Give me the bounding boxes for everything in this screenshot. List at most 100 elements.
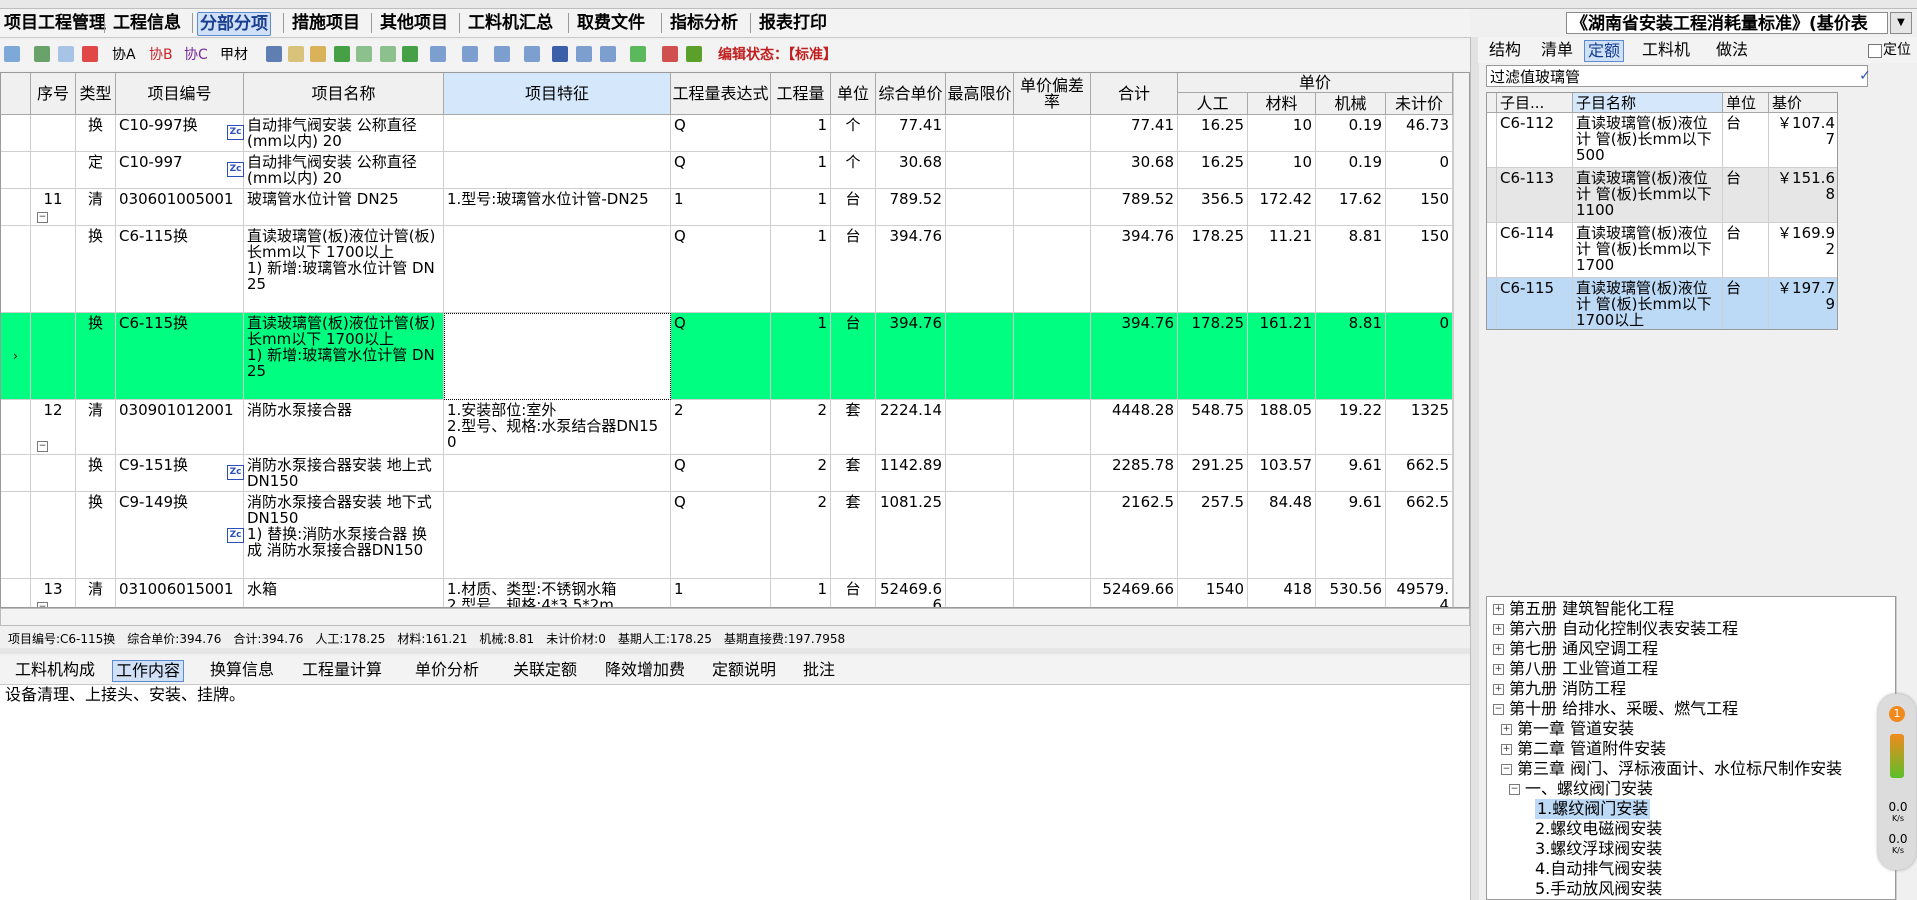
insert-icon[interactable] bbox=[4, 46, 20, 62]
work-content-text[interactable]: 设备清理、上接头、安装、挂牌。 bbox=[0, 685, 1470, 900]
collapse-toggle-icon[interactable]: − bbox=[1509, 784, 1520, 795]
cell-unp[interactable]: 1325 bbox=[1386, 400, 1453, 455]
cell-feature[interactable]: 1.安装部位:室外 2.型号、规格:水泵结合器DN150 bbox=[444, 400, 671, 455]
quota-row[interactable]: C6-113 直读玻璃管(板)液位计 管(板)长mm以下 1100 台 ￥151.68 bbox=[1487, 168, 1837, 223]
cell-labor[interactable]: 356.5 bbox=[1178, 189, 1248, 226]
cell-total[interactable]: 2162.5 bbox=[1091, 492, 1178, 579]
cell-qty[interactable]: 1 bbox=[771, 115, 831, 152]
cell-dev[interactable] bbox=[1014, 152, 1091, 189]
cell-max[interactable] bbox=[946, 579, 1014, 607]
quota-row-indicator[interactable] bbox=[1487, 113, 1497, 168]
cell-type[interactable]: 换 bbox=[76, 455, 116, 492]
cell-qty[interactable]: 1 bbox=[771, 226, 831, 313]
cell-seq[interactable] bbox=[31, 313, 76, 400]
xie-b-button[interactable]: 协B bbox=[149, 45, 173, 65]
row-indicator[interactable] bbox=[1, 189, 31, 226]
cell-expr[interactable]: Q bbox=[671, 313, 771, 400]
header-name[interactable]: 项目名称 bbox=[244, 73, 444, 115]
tab-labor-material-lib[interactable]: 工料机 bbox=[1639, 40, 1693, 60]
header-machine[interactable]: 机械 bbox=[1316, 93, 1386, 115]
quota-cell-code[interactable]: C6-113 bbox=[1497, 168, 1573, 223]
search-icon[interactable] bbox=[552, 46, 568, 62]
cell-expr[interactable]: Q bbox=[671, 226, 771, 313]
cell-total[interactable]: 52469.66 bbox=[1091, 579, 1178, 607]
tree-item[interactable]: 1.螺纹阀门安装 bbox=[1535, 799, 1651, 819]
cell-dev[interactable] bbox=[1014, 400, 1091, 455]
table-row[interactable]: 11 清 030601005001 玻璃管水位计管 DN25 1.型号:玻璃管水位计管-… bbox=[1, 189, 1453, 226]
table-row[interactable]: 13 清 031006015001 水箱 1.材质、类型:不锈钢水箱 2.型号、规格:4… bbox=[1, 579, 1453, 607]
cell-name[interactable]: 玻璃管水位计管 DN25 bbox=[244, 189, 444, 226]
cell-max[interactable] bbox=[946, 313, 1014, 400]
jiacai-button[interactable]: 甲材 bbox=[220, 45, 248, 65]
move-right-icon[interactable] bbox=[402, 46, 418, 62]
quota-row-indicator[interactable] bbox=[1487, 223, 1497, 278]
table-row[interactable]: 换 C6-115换 直读玻璃管(板)液位计管(板)长mm以下 1700以上 1) 新… bbox=[1, 226, 1453, 313]
quota-cell-unit[interactable]: 台 bbox=[1723, 168, 1769, 223]
cell-name[interactable]: 直读玻璃管(板)液位计管(板)长mm以下 1700以上 1) 新增:玻璃管水位计… bbox=[244, 226, 444, 313]
cell-unp[interactable]: 662.5 bbox=[1386, 455, 1453, 492]
tab-conversion-info[interactable]: 换算信息 bbox=[207, 660, 277, 680]
locate-checkbox[interactable] bbox=[1868, 44, 1882, 58]
header-feature[interactable]: 项目特征 bbox=[444, 73, 671, 115]
expand-toggle-icon[interactable]: + bbox=[1493, 604, 1504, 615]
quota-header-price[interactable]: 基价 bbox=[1769, 93, 1837, 113]
tree-item[interactable]: 第八册 工业管道工程 bbox=[1509, 659, 1658, 679]
quota-cell-code[interactable]: C6-114 bbox=[1497, 223, 1573, 278]
tab-method[interactable]: 做法 bbox=[1713, 40, 1751, 60]
move-up-icon[interactable] bbox=[334, 46, 350, 62]
cell-max[interactable] bbox=[946, 189, 1014, 226]
cell-labor[interactable]: 16.25 bbox=[1178, 152, 1248, 189]
expand-toggle-icon[interactable]: + bbox=[1493, 624, 1504, 635]
tab-price-analysis[interactable]: 单价分析 bbox=[412, 660, 482, 680]
header-material[interactable]: 材料 bbox=[1248, 93, 1316, 115]
cell-expr[interactable]: Q bbox=[671, 115, 771, 152]
cell-unit[interactable]: 台 bbox=[831, 189, 876, 226]
quota-row-indicator[interactable] bbox=[1487, 278, 1497, 329]
cell-max[interactable] bbox=[946, 400, 1014, 455]
cell-dev[interactable] bbox=[1014, 115, 1091, 152]
level-icon[interactable] bbox=[462, 46, 478, 62]
header-code[interactable]: 项目编号 bbox=[116, 73, 244, 115]
row-indicator[interactable] bbox=[1, 115, 31, 152]
cell-unp[interactable]: 49579.4 bbox=[1386, 579, 1453, 607]
row-indicator[interactable] bbox=[1, 579, 31, 607]
header-price-deviation[interactable]: 单价偏差率 bbox=[1014, 73, 1091, 115]
nav-project-management[interactable]: 项目工程管理 bbox=[2, 12, 108, 34]
tree-item[interactable]: 2.螺纹电磁阀安装 bbox=[1535, 819, 1662, 839]
nav-fee-file[interactable]: 取费文件 bbox=[575, 12, 647, 34]
expand-icon[interactable] bbox=[430, 46, 446, 62]
quota-cell-price[interactable]: ￥169.92 bbox=[1769, 223, 1837, 278]
conversion-badge-icon[interactable]: Zc bbox=[227, 465, 244, 480]
row-indicator[interactable] bbox=[1, 152, 31, 189]
cell-total[interactable]: 394.76 bbox=[1091, 313, 1178, 400]
cell-price[interactable]: 1081.25 bbox=[876, 492, 946, 579]
cell-unp[interactable]: 150 bbox=[1386, 226, 1453, 313]
cell-qty[interactable]: 1 bbox=[771, 579, 831, 607]
tree-item[interactable]: 一、螺纹阀门安装 bbox=[1525, 779, 1653, 799]
cell-total[interactable]: 77.41 bbox=[1091, 115, 1178, 152]
cell-max[interactable] bbox=[946, 226, 1014, 313]
quota-cell-name[interactable]: 直读玻璃管(板)液位计 管(板)长mm以下 500 bbox=[1573, 113, 1723, 168]
cell-price[interactable]: 52469.66 bbox=[876, 579, 946, 607]
cell-total[interactable]: 30.68 bbox=[1091, 152, 1178, 189]
cell-type[interactable]: 清 bbox=[76, 189, 116, 226]
quota-cell-unit[interactable]: 台 bbox=[1723, 223, 1769, 278]
cell-expr[interactable]: Q bbox=[671, 152, 771, 189]
tree-item[interactable]: 第三章 阀门、浮标液面计、水位标尺制作安装 bbox=[1517, 759, 1842, 779]
cell-labor[interactable]: 257.5 bbox=[1178, 492, 1248, 579]
vertical-splitter[interactable] bbox=[1470, 37, 1479, 900]
table-row[interactable]: 换 C9-151换 消防水泵接合器安装 地上式 DN150 Q 2 套 1142.89 228… bbox=[1, 455, 1453, 492]
format-icon[interactable] bbox=[524, 46, 540, 62]
quota-header-name[interactable]: 子目名称 bbox=[1573, 93, 1723, 113]
collapse-toggle-icon[interactable]: − bbox=[37, 441, 48, 452]
cell-type[interactable]: 换 bbox=[76, 226, 116, 313]
nav-index-analysis[interactable]: 指标分析 bbox=[668, 12, 740, 34]
cell-feature[interactable]: 1.材质、类型:不锈钢水箱 2.型号、规格:4*3.5*2m bbox=[444, 579, 671, 607]
cell-code[interactable]: 030901012001 bbox=[116, 400, 244, 455]
cell-unp[interactable]: 0 bbox=[1386, 313, 1453, 400]
conversion-badge-icon[interactable]: Zc bbox=[227, 162, 244, 177]
expand-toggle-icon[interactable]: + bbox=[1493, 664, 1504, 675]
cell-qty[interactable]: 1 bbox=[771, 189, 831, 226]
cell-dev[interactable] bbox=[1014, 226, 1091, 313]
cell-mach[interactable]: 9.61 bbox=[1316, 455, 1386, 492]
